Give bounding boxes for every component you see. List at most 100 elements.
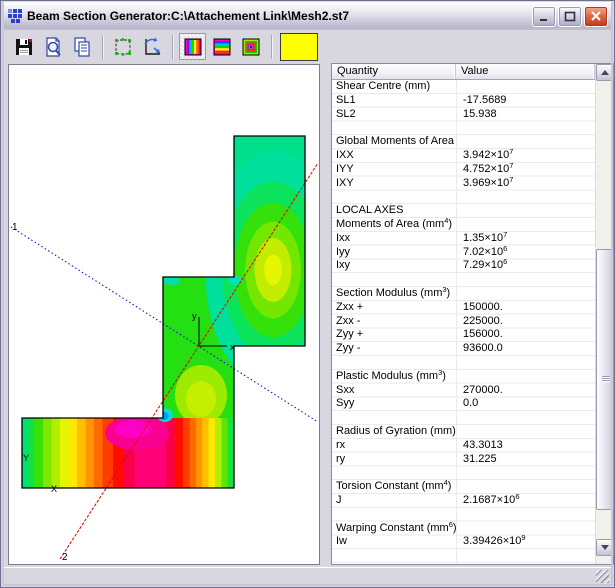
value-cell [456, 356, 595, 370]
table-row[interactable]: SL215.938 [332, 108, 595, 122]
quantity-cell: Ixy [332, 259, 456, 273]
contour-vertical-bands-button[interactable] [179, 33, 206, 60]
scrollbar-thumb[interactable] [596, 249, 614, 510]
quantity-cell: Sxx [332, 384, 456, 398]
quantity-cell: Iw [332, 535, 456, 549]
table-row[interactable]: ry31.225 [332, 453, 595, 467]
table-row[interactable] [332, 411, 595, 425]
close-button[interactable] [584, 6, 608, 27]
table-row[interactable]: Ixx1.35×107 [332, 232, 595, 246]
table-row[interactable] [332, 273, 595, 287]
quantity-cell [332, 356, 456, 370]
scroll-down-button[interactable] [596, 539, 614, 556]
table-row[interactable]: Zyy +156000. [332, 328, 595, 342]
table-row[interactable]: Iw3.39426×109 [332, 535, 595, 549]
contour-horizontal-bands-button[interactable] [208, 33, 235, 60]
value-cell: 225000. [456, 315, 595, 329]
table-row[interactable]: IXY3.969×107 [332, 177, 595, 191]
section-outline-button[interactable] [109, 33, 136, 60]
maximize-button[interactable] [558, 6, 582, 27]
table-row[interactable]: LOCAL AXES [332, 204, 595, 218]
table-row[interactable]: Zxx +150000. [332, 301, 595, 315]
table-row[interactable]: SL1-17.5689 [332, 94, 595, 108]
table-row[interactable]: Warping Constant (mm6) [332, 522, 595, 536]
local-y-axis-label: y [192, 311, 197, 321]
table-row[interactable]: Global Moments of Area (mm4) [332, 135, 595, 149]
table-row[interactable]: Shear Centre (mm) [332, 80, 595, 94]
table-row[interactable]: Ixy7.29×106 [332, 259, 595, 273]
table-row[interactable]: Radius of Gyration (mm) [332, 425, 595, 439]
value-cell [456, 80, 595, 94]
app-icon [7, 8, 23, 24]
dashed-polygon-icon [112, 36, 134, 58]
value-cell: 3.39426×109 [456, 535, 595, 549]
chevron-down-icon [601, 545, 609, 550]
table-row[interactable]: IXX3.942×107 [332, 149, 595, 163]
table-row[interactable]: Iyy7.02×106 [332, 246, 595, 260]
value-cell: 3.942×107 [456, 149, 595, 163]
value-cell: 0.0 [456, 397, 595, 411]
window-title: Beam Section Generator:C:\Attachement Li… [27, 9, 528, 23]
quantity-cell [332, 411, 456, 425]
resize-grip[interactable] [596, 570, 609, 583]
table-row[interactable]: Syy0.0 [332, 397, 595, 411]
value-column-header[interactable]: Value [456, 64, 595, 79]
value-cell [456, 466, 595, 480]
quantity-cell: Moments of Area (mm4) [332, 218, 456, 232]
quantity-cell: Section Modulus (mm3) [332, 287, 456, 301]
table-row[interactable] [332, 190, 595, 204]
quantity-cell: IYY [332, 163, 456, 177]
table-row[interactable] [332, 508, 595, 522]
value-cell [456, 370, 595, 384]
toolbar-separator [102, 35, 104, 59]
table-row[interactable]: J2.1687×106 [332, 494, 595, 508]
quantity-column-header[interactable]: Quantity [332, 64, 456, 79]
copy-button[interactable] [68, 33, 95, 60]
table-row[interactable]: Plastic Modulus (mm3) [332, 370, 595, 384]
table-row[interactable]: Zyy -93600.0 [332, 342, 595, 356]
copy-pages-icon [71, 36, 93, 58]
global-y-axis-label: Y [23, 453, 29, 463]
table-row[interactable]: Moments of Area (mm4) [332, 218, 595, 232]
value-cell: 31.225 [456, 453, 595, 467]
table-row[interactable] [332, 121, 595, 135]
section-contour-plot: 1 2 Y X y x [9, 65, 319, 564]
minimize-icon [538, 11, 550, 22]
section-plot-panel: 1 2 Y X y x [8, 64, 320, 565]
table-row[interactable]: IYY4.752×107 [332, 163, 595, 177]
property-rows: Shear Centre (mm)SL1-17.5689SL215.938 Glo… [332, 80, 595, 564]
quantity-cell: Iyy [332, 246, 456, 260]
vertical-scrollbar[interactable] [595, 64, 613, 564]
quantity-cell [332, 190, 456, 204]
thumb-grip-icon [602, 376, 610, 382]
quantity-cell [332, 508, 456, 522]
close-icon [590, 11, 602, 22]
title-bar[interactable]: Beam Section Generator:C:\Attachement Li… [2, 2, 613, 30]
table-row[interactable]: Sxx270000. [332, 384, 595, 398]
table-row[interactable] [332, 356, 595, 370]
table-row[interactable]: Section Modulus (mm3) [332, 287, 595, 301]
value-cell: -17.5689 [456, 94, 595, 108]
status-bar [4, 567, 611, 585]
quantity-cell: J [332, 494, 456, 508]
maximize-icon [564, 11, 576, 22]
contour-pattern-button[interactable] [237, 33, 264, 60]
table-row[interactable]: Zxx -225000. [332, 315, 595, 329]
value-cell: 4.752×107 [456, 163, 595, 177]
print-preview-button[interactable] [39, 33, 66, 60]
quantity-cell: Plastic Modulus (mm3) [332, 370, 456, 384]
minimize-button[interactable] [532, 6, 556, 27]
principal-axis-1-label: 1 [12, 222, 18, 233]
axes-transform-button[interactable] [138, 33, 165, 60]
table-row[interactable]: rx43.3013 [332, 439, 595, 453]
toolbar [4, 30, 611, 63]
contour-color-swatch[interactable] [280, 33, 318, 61]
save-button[interactable] [10, 33, 37, 60]
app-window: Beam Section Generator:C:\Attachement Li… [0, 0, 615, 588]
table-row[interactable] [332, 466, 595, 480]
local-x-axis-label: x [230, 342, 235, 352]
toolbar-separator [172, 35, 174, 59]
table-row[interactable]: Torsion Constant (mm4) [332, 480, 595, 494]
scroll-up-button[interactable] [596, 64, 614, 81]
quantity-cell: Syy [332, 397, 456, 411]
